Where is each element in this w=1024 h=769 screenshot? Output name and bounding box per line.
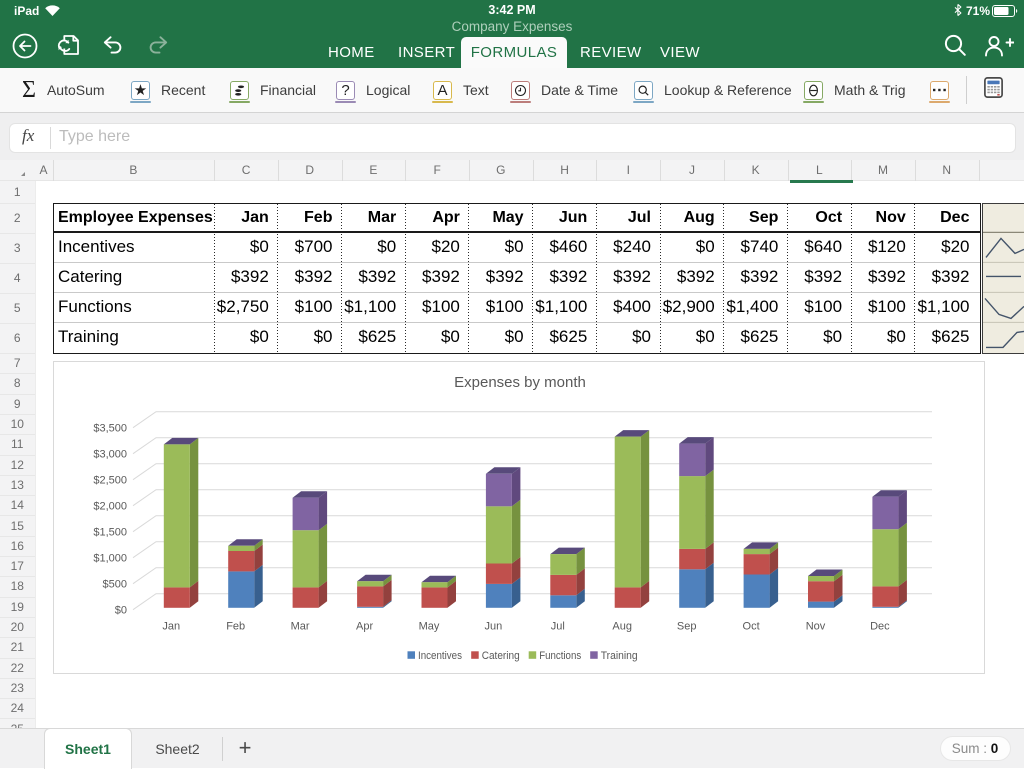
svg-text:Aug: Aug [612,620,632,632]
svg-text:$500: $500 [103,578,127,590]
svg-text:Catering: Catering [482,649,520,661]
svg-text:$1,000: $1,000 [93,552,127,564]
svg-text:May: May [419,620,440,632]
svg-text:Jun: Jun [485,620,503,632]
svg-text:Apr: Apr [356,620,373,632]
svg-text:Feb: Feb [226,620,245,632]
svg-text:Sep: Sep [677,620,697,632]
svg-text:Mar: Mar [291,620,310,632]
svg-text:Functions: Functions [539,649,581,661]
svg-text:Jul: Jul [551,620,565,632]
svg-text:Expenses by month: Expenses by month [454,374,586,391]
svg-text:$2,500: $2,500 [93,474,127,486]
svg-text:$3,000: $3,000 [93,448,127,460]
svg-text:$1,500: $1,500 [93,526,127,538]
svg-text:Training: Training [601,649,638,661]
svg-text:Oct: Oct [743,620,760,632]
svg-text:Nov: Nov [806,620,826,632]
svg-text:Incentives: Incentives [418,649,462,661]
svg-text:Dec: Dec [870,620,890,632]
svg-text:Jan: Jan [162,620,180,632]
svg-text:$3,500: $3,500 [93,422,127,434]
svg-text:$0: $0 [115,604,127,616]
svg-text:$2,000: $2,000 [93,500,127,512]
